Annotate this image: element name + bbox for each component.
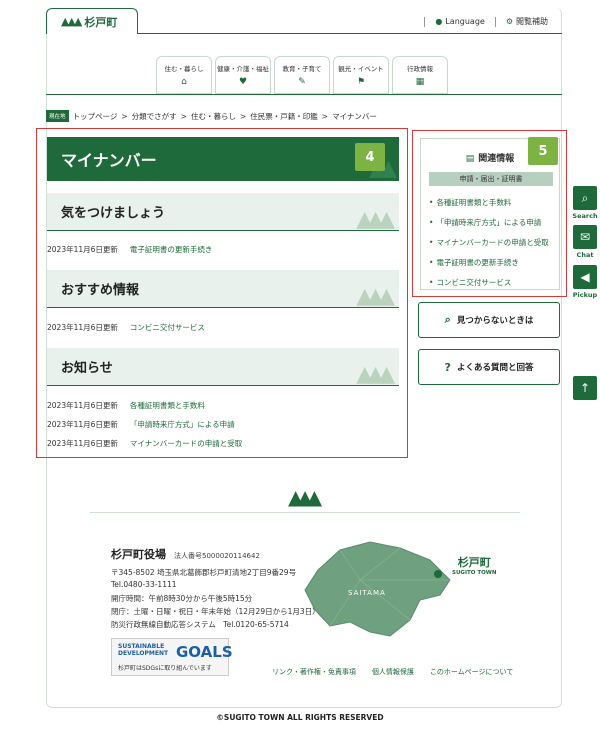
divider — [424, 16, 426, 27]
gnav-divider — [46, 94, 562, 95]
tree-icon: ▲▲▲ — [288, 485, 322, 509]
search-icon: ⌕ — [581, 190, 589, 205]
related-list: 各種証明書類と手数料 「申請時来庁方式」による申請 マイナンバーカードの申請と受… — [429, 197, 549, 297]
site-logo[interactable]: ▲▲▲ 杉戸町 — [46, 8, 138, 34]
article-link[interactable]: マイナンバーカードの申請と受取 — [130, 438, 242, 449]
megaphone-icon: ◀ — [580, 270, 590, 284]
office-name: 杉戸町役場 法人番号5000020114642 — [111, 548, 260, 561]
question-bubble-icon: ? — [444, 360, 451, 374]
breadcrumb-item[interactable]: トップページ — [73, 111, 118, 122]
related-link[interactable]: マイナンバーカードの申請と受取 — [429, 237, 548, 248]
list-item: 2023年11月6日更新 「申請時来庁方式」による申請 — [47, 419, 235, 430]
list-item: 2023年11月6日更新 各種証明書類と手数料 — [47, 400, 205, 411]
copyright: ©SUGITO TOWN ALL RIGHTS RESERVED — [216, 713, 384, 722]
related-link[interactable]: 「申請時来庁方式」による申請 — [429, 217, 549, 228]
section-heading: おすすめ情報 ▲▲▲ — [47, 270, 399, 308]
logo-text: 杉戸町 — [84, 15, 118, 29]
related-link[interactable]: 電子証明書の更新手続き — [429, 257, 549, 268]
breadcrumb-item[interactable]: 分類でさがす — [132, 111, 177, 122]
current-location-label: 現在地 — [46, 110, 69, 122]
annotation-badge-5: 5 — [528, 137, 558, 165]
globe-icon: ● — [435, 17, 443, 26]
footer-link[interactable]: リンク・著作権・免責事項 — [272, 667, 356, 677]
heart-hand-icon: ♥ — [238, 77, 248, 87]
footer-link[interactable]: 個人情報保護 — [372, 667, 414, 677]
trees-decoration-icon: ▲▲▲ — [356, 362, 395, 386]
accessibility-link[interactable]: ⚙ 閲覧補助 — [506, 16, 548, 27]
float-chat-label: Chat — [576, 251, 594, 259]
breadcrumb-item[interactable]: 住む・暮らし — [191, 111, 236, 122]
map-label: SAITAMA — [348, 589, 386, 597]
document-icon: ▤ — [465, 154, 475, 164]
article-link[interactable]: 電子証明書の更新手続き — [130, 244, 213, 255]
float-search-label: Search — [572, 212, 598, 220]
section-heading: お知らせ ▲▲▲ — [47, 348, 399, 386]
opening-hours: 開庁時間：午前8時30分から午後5時15分 — [111, 594, 253, 603]
related-link[interactable]: 各種証明書類と手数料 — [429, 197, 549, 208]
related-link[interactable]: コンビニ交付サービス — [429, 277, 549, 288]
tree-icon: ▲▲▲ — [61, 15, 82, 28]
gnav-tourism[interactable]: 観光・イベント ⚑ — [333, 56, 389, 94]
flag-icon: ⚑ — [356, 77, 366, 87]
list-item: 2023年11月6日更新 コンビニ交付サービス — [47, 322, 205, 333]
breadcrumb: 現在地 トップページ > 分類でさがす > 住む・暮らし > 住民票・戸籍・印鑑 > マ… — [46, 110, 377, 122]
global-nav: 住む・暮らし ⌂ 健康・介護・福祉 ♥ 教育・子育て ✎ 観光・イベント ⚑ 行政情報 ▦ — [156, 56, 448, 94]
footer-link[interactable]: このホームページについて — [430, 667, 513, 677]
phone: Tel.0480-33-1111 — [111, 580, 177, 589]
footer-brand: 杉戸町 SUGITO TOWN — [452, 556, 497, 576]
divider — [494, 16, 496, 27]
trees-decoration-icon: ▲▲▲ — [356, 207, 395, 231]
page-title: マイナンバー ▲▲ — [47, 137, 399, 181]
article-link[interactable]: コンビニ交付サービス — [130, 322, 205, 333]
gnav-education[interactable]: 教育・子育て ✎ — [274, 56, 330, 94]
search-doc-icon: ⌕ — [444, 313, 451, 326]
float-pickup-button[interactable]: ◀ — [573, 265, 597, 289]
utility-nav: ● Language ⚙ 閲覧補助 — [424, 16, 548, 27]
list-item: 2023年11月6日更新 マイナンバーカードの申請と受取 — [47, 438, 243, 449]
address: 〒345-8502 埼玉県北葛飾郡杉戸町清地2丁目9番29号 — [111, 568, 297, 577]
arrow-up-icon: ↑ — [579, 381, 591, 395]
header-divider — [138, 33, 562, 34]
not-found-button[interactable]: ⌕ 見つからないときは — [418, 302, 560, 338]
section-heading: 気をつけましょう ▲▲▲ — [47, 193, 399, 231]
chat-icon: ✉ — [579, 230, 591, 244]
gear-icon: ⚙ — [505, 17, 513, 26]
footer-links: リンク・著作権・免責事項 個人情報保護 このホームページについて — [272, 667, 513, 677]
gnav-living[interactable]: 住む・暮らし ⌂ — [156, 56, 212, 94]
closed-days: 閉庁：土曜・日曜・祝日・年末年始（12月29日から1月3日） — [111, 607, 320, 616]
breadcrumb-current: マイナンバー — [332, 111, 377, 121]
float-pickup-label: Pickup — [572, 291, 598, 299]
article-link[interactable]: 各種証明書類と手数料 — [130, 400, 205, 411]
sdgs-banner[interactable]: SUSTAINABLE DEVELOPMENT GOALS 杉戸町はSDGsに取… — [111, 638, 233, 676]
note-pen-icon: ✎ — [298, 77, 306, 87]
trees-decoration-icon: ▲▲▲ — [356, 284, 395, 308]
float-chat-button[interactable]: ✉ — [573, 225, 597, 249]
annotation-badge-4: 4 — [355, 143, 385, 171]
house-icon: ⌂ — [181, 77, 187, 87]
float-search-button[interactable]: ⌕ — [573, 186, 597, 210]
page-top-button[interactable]: ↑ — [573, 376, 597, 400]
gnav-admin[interactable]: 行政情報 ▦ — [392, 56, 448, 94]
footer-divider — [90, 512, 520, 513]
language-link[interactable]: ● Language — [435, 17, 484, 26]
disaster-line: 防災行政無線自動応答システム Tel.0120-65-5714 — [111, 620, 289, 629]
article-link[interactable]: 「申請時来庁方式」による申請 — [130, 419, 235, 430]
saitama-map-icon: SAITAMA — [304, 541, 451, 637]
gnav-health[interactable]: 健康・介護・福祉 ♥ — [215, 56, 271, 94]
related-category: 申請・届出・証明書 — [429, 172, 553, 186]
breadcrumb-item[interactable]: 住民票・戸籍・印鑑 — [250, 111, 318, 122]
building-icon: ▦ — [415, 77, 425, 87]
list-item: 2023年11月6日更新 電子証明書の更新手続き — [47, 244, 213, 255]
faq-button[interactable]: ? よくある質問と回答 — [418, 349, 560, 385]
map-pin — [434, 570, 442, 578]
